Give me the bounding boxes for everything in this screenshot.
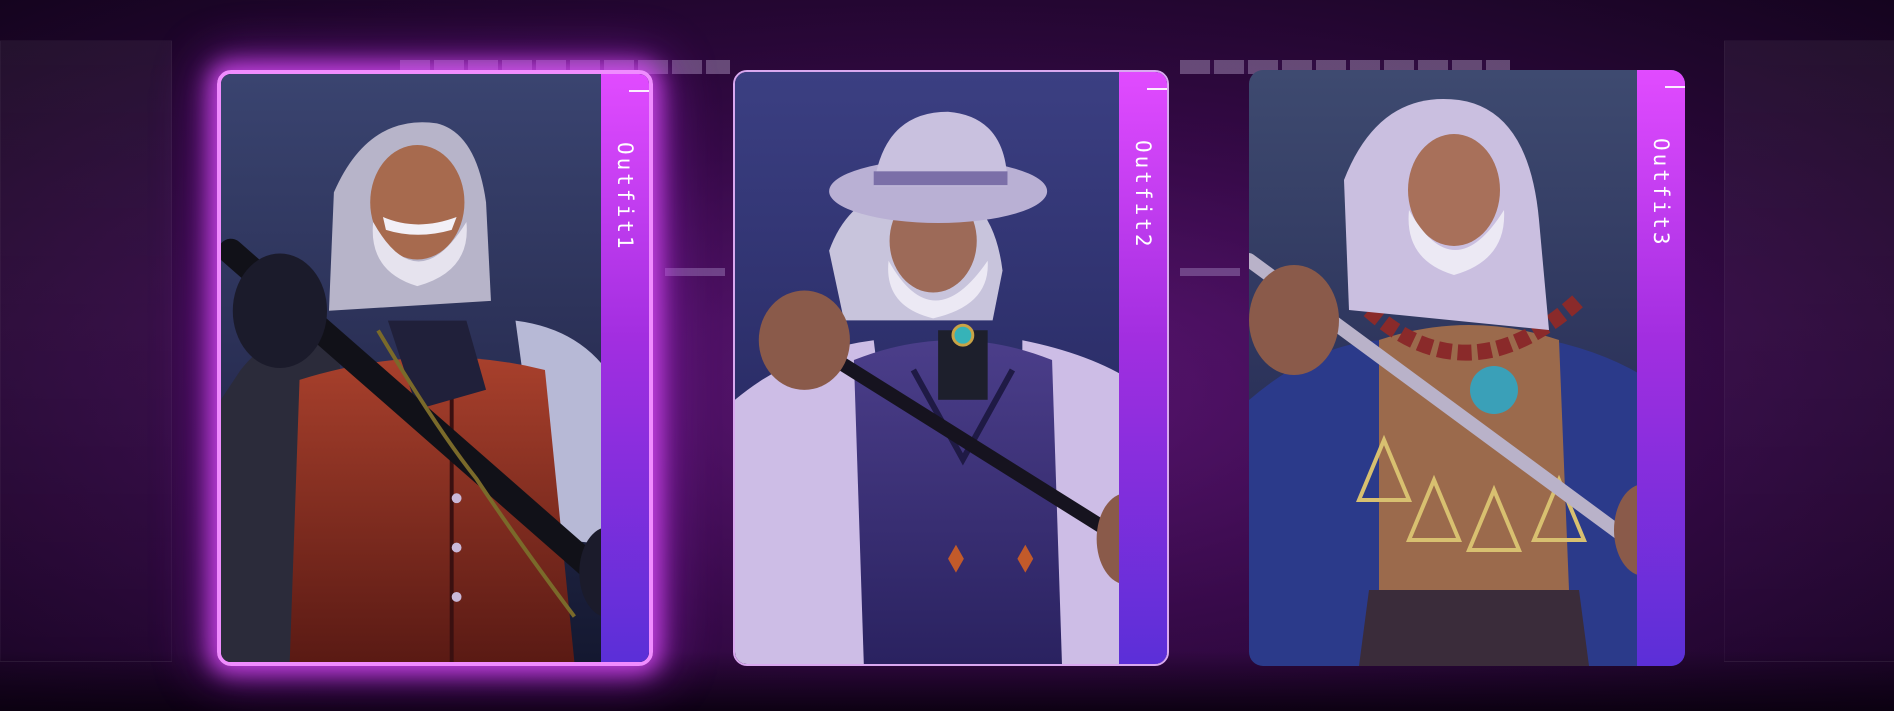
- outfit-2-label-tab: Outfit2: [1119, 72, 1167, 664]
- background-wall-left: [0, 40, 172, 662]
- outfit-1-character-art: [221, 74, 649, 662]
- background-light-strip: [665, 268, 725, 276]
- background-light-strip: [1180, 268, 1240, 276]
- outfit-1-label: Outfit1: [613, 142, 637, 252]
- tab-divider: [629, 90, 649, 92]
- outfit-3-label: Outfit3: [1649, 138, 1673, 248]
- background-wall-right: [1724, 40, 1894, 662]
- outfit-3-label-tab: Outfit3: [1637, 70, 1685, 666]
- outfit-1-label-tab: Outfit1: [601, 74, 649, 662]
- outfit-selection-screen: Outfit1 Outfit2 Outfit3: [0, 0, 1894, 711]
- outfit-card-3[interactable]: Outfit3: [1249, 70, 1685, 666]
- outfit-2-character-art: [735, 72, 1167, 664]
- tab-divider: [1147, 88, 1167, 90]
- tab-divider: [1665, 86, 1685, 88]
- outfit-card-2[interactable]: Outfit2: [733, 70, 1169, 666]
- outfit-card-1[interactable]: Outfit1: [217, 70, 653, 666]
- outfit-2-label: Outfit2: [1131, 140, 1155, 250]
- outfit-3-character-art: [1249, 70, 1685, 666]
